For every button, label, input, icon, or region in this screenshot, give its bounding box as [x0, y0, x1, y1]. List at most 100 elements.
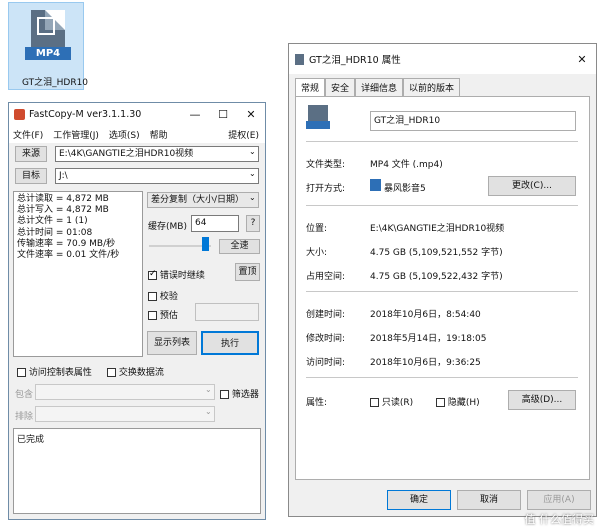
- created-label: 创建时间:: [306, 310, 346, 320]
- buffer-label: 缓存(MB): [148, 222, 187, 232]
- checkbox-icon: [148, 311, 157, 320]
- film-grid-icon: [37, 17, 55, 35]
- chevron-down-icon[interactable]: ⌄: [249, 147, 256, 156]
- disk-size-label: 占用空间:: [306, 272, 346, 282]
- filter-label: 筛选器: [231, 390, 259, 400]
- include-field[interactable]: [35, 384, 215, 400]
- file-icon: [295, 54, 304, 65]
- always-on-top-button[interactable]: 置顶: [235, 263, 260, 281]
- minimize-button[interactable]: —: [181, 108, 209, 121]
- target-button[interactable]: 目标: [15, 168, 47, 184]
- tab-previous-versions[interactable]: 以前的版本: [403, 78, 461, 96]
- disk-size-value: 4.75 GB (5,109,522,432 字节): [370, 272, 503, 282]
- chevron-down-icon[interactable]: ⌄: [205, 385, 212, 394]
- estimate-box: [195, 303, 259, 321]
- source-button[interactable]: 来源: [15, 146, 47, 162]
- attributes-label: 属性:: [306, 398, 328, 408]
- show-list-button[interactable]: 显示列表: [147, 331, 197, 355]
- acl-label: 访问控制表属性: [28, 368, 92, 378]
- stat-line: 总计文件 = 1 (1): [17, 216, 88, 227]
- chevron-down-icon[interactable]: ⌄: [249, 169, 256, 178]
- stats-panel: 总计读取 = 4,872 MB 总计写入 = 4,872 MB 总计文件 = 1…: [13, 191, 143, 357]
- cancel-button[interactable]: 取消: [457, 490, 521, 510]
- maximize-button[interactable]: ☐: [209, 108, 237, 121]
- filter-checkbox[interactable]: 筛选器: [220, 387, 259, 400]
- general-panel: GT之泪_HDR10 文件类型: MP4 文件 (.mp4) 打开方式: 暴风影…: [295, 96, 590, 480]
- hidden-checkbox[interactable]: 隐藏(H): [436, 395, 480, 408]
- separator: [306, 141, 578, 142]
- estimate-checkbox[interactable]: 预估: [148, 308, 178, 321]
- change-button[interactable]: 更改(C)...: [488, 176, 576, 196]
- apply-button[interactable]: 应用(A): [527, 490, 591, 510]
- estimate-label: 预估: [159, 311, 178, 321]
- full-speed-button[interactable]: 全速: [219, 239, 260, 254]
- readonly-checkbox[interactable]: 只读(R): [370, 395, 413, 408]
- tab-details[interactable]: 详细信息: [355, 78, 404, 96]
- accessed-label: 访问时间:: [306, 358, 346, 368]
- size-label: 大小:: [306, 248, 328, 258]
- mp4-badge: MP4: [25, 47, 71, 60]
- alt-stream-checkbox[interactable]: 交换数据流: [107, 365, 164, 378]
- buffer-input[interactable]: 64: [191, 215, 239, 232]
- accessed-value: 2018年10月6日，9:36:25: [370, 358, 481, 368]
- readonly-label: 只读(R): [381, 398, 414, 408]
- mp4-badge-icon: [306, 121, 330, 129]
- status-log[interactable]: 已完成: [13, 428, 261, 514]
- desktop-file-icon[interactable]: MP4 GT之泪_HDR10: [8, 2, 88, 90]
- properties-tabs: 常规 安全 详细信息 以前的版本: [295, 78, 461, 96]
- separator: [306, 377, 578, 378]
- continue-on-error-checkbox[interactable]: 错误时继续: [148, 268, 205, 281]
- watermark: 值 什么值得买: [524, 513, 595, 526]
- desktop-file-label: GT之泪_HDR10: [21, 78, 89, 88]
- location-value: E:\4K\GANGTIE之泪HDR10视频: [370, 224, 505, 234]
- status-text: 已完成: [17, 435, 45, 445]
- close-button[interactable]: ✕: [568, 53, 596, 66]
- checkbox-icon: [220, 390, 229, 399]
- chevron-down-icon[interactable]: ⌄: [249, 193, 256, 202]
- menu-help[interactable]: 帮助: [150, 128, 168, 141]
- stat-line: 总计写入 = 4,872 MB: [17, 205, 109, 216]
- close-button[interactable]: ✕: [237, 108, 265, 121]
- verify-label: 校验: [159, 292, 178, 302]
- speed-slider-thumb[interactable]: [202, 237, 209, 251]
- acl-checkbox[interactable]: 访问控制表属性: [17, 365, 92, 378]
- tab-general[interactable]: 常规: [295, 78, 326, 96]
- fastcopy-menubar: 文件(F) 工作管理(J) 选项(S) 帮助 提权(E): [9, 125, 265, 143]
- fastcopy-title: FastCopy-M ver3.1.1.30: [29, 108, 142, 120]
- checkbox-icon: [436, 398, 445, 407]
- fastcopy-app-icon: [14, 109, 25, 120]
- menu-options[interactable]: 选项(S): [109, 128, 140, 141]
- location-label: 位置:: [306, 224, 328, 234]
- filename-input[interactable]: GT之泪_HDR10: [370, 111, 576, 131]
- source-path-field[interactable]: E:\4K\GANGTIE之泪HDR10视频: [55, 146, 259, 162]
- separator: [306, 291, 578, 292]
- verify-checkbox[interactable]: 校验: [148, 289, 178, 302]
- stat-line: 总计时间 = 01:08: [17, 227, 93, 238]
- menu-elevate[interactable]: 提权(E): [228, 128, 259, 141]
- checkbox-checked-icon: [148, 269, 157, 280]
- chevron-down-icon[interactable]: ⌄: [205, 407, 212, 416]
- fastcopy-titlebar: FastCopy-M ver3.1.1.30 — ☐ ✕: [9, 103, 265, 125]
- advanced-button[interactable]: 高级(D)...: [508, 390, 576, 410]
- modified-label: 修改时间:: [306, 334, 346, 344]
- ok-button[interactable]: 确定: [387, 490, 451, 510]
- stat-line: 传输速率 = 70.9 MB/秒: [17, 238, 116, 249]
- target-path-field[interactable]: J:\: [55, 168, 259, 184]
- menu-job[interactable]: 工作管理(J): [53, 128, 99, 141]
- menu-file[interactable]: 文件(F): [13, 128, 43, 141]
- execute-button[interactable]: 执行: [201, 331, 259, 355]
- exclude-field[interactable]: [35, 406, 215, 422]
- hidden-label: 隐藏(H): [447, 398, 480, 408]
- properties-titlebar: GT之泪_HDR10 属性 ✕: [289, 44, 596, 74]
- continue-on-error-label: 错误时继续: [159, 271, 205, 281]
- include-label: 包含: [15, 390, 34, 400]
- stat-line: 文件速率 = 0.01 文件/秒: [17, 250, 120, 261]
- modified-value: 2018年5月14日，19:18:05: [370, 334, 487, 344]
- properties-window: GT之泪_HDR10 属性 ✕ 常规 安全 详细信息 以前的版本 GT之泪_HD…: [288, 43, 597, 517]
- copy-mode-select[interactable]: 差分复制（大小/日期）: [147, 192, 259, 208]
- help-button[interactable]: ?: [246, 215, 260, 232]
- size-value: 4.75 GB (5,109,521,552 字节): [370, 248, 503, 258]
- exclude-label: 排除: [15, 412, 34, 422]
- tab-security[interactable]: 安全: [325, 78, 356, 96]
- created-value: 2018年10月6日，8:54:40: [370, 310, 481, 320]
